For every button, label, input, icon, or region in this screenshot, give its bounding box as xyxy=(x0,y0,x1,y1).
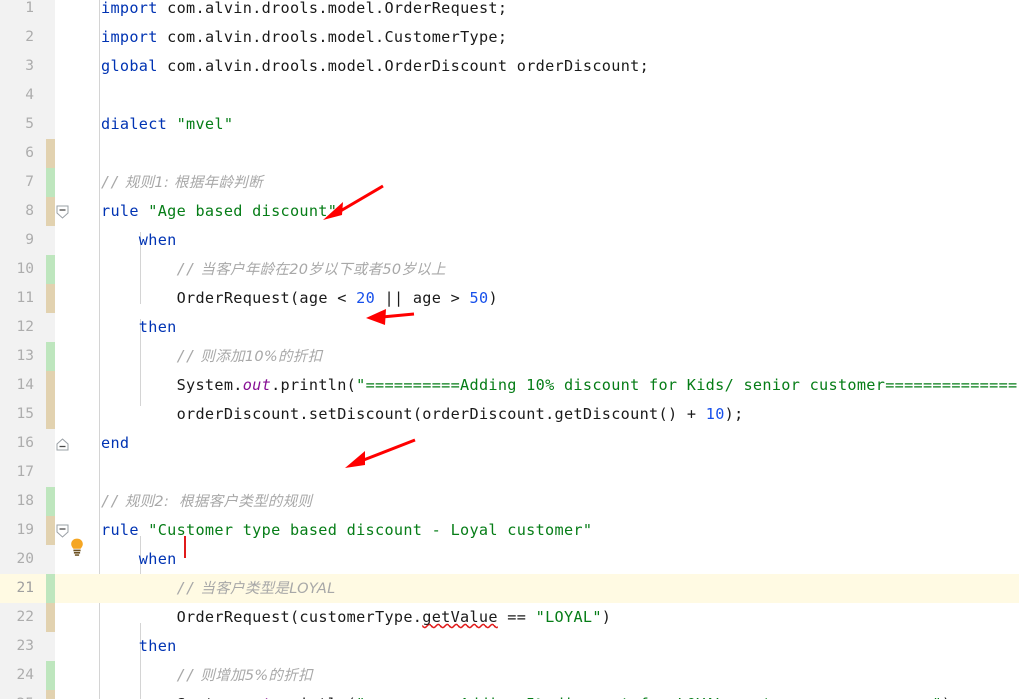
code-text[interactable]: then xyxy=(101,313,177,342)
code-text[interactable]: dialect "mvel" xyxy=(101,110,233,139)
code-text[interactable]: then xyxy=(101,632,177,661)
vcs-change-marker[interactable] xyxy=(46,197,55,226)
code-line[interactable]: 13 // 则添加10%的折扣 xyxy=(0,342,1019,371)
code-line[interactable]: 12 then xyxy=(0,313,1019,342)
line-number: 12 xyxy=(16,319,34,335)
vcs-change-marker[interactable] xyxy=(46,661,55,690)
vcs-change-marker[interactable] xyxy=(46,139,55,168)
code-line[interactable]: 4 xyxy=(0,81,1019,110)
vcs-change-marker[interactable] xyxy=(46,255,55,284)
code-text[interactable]: System.out.println("==========Adding 10%… xyxy=(101,371,1019,400)
line-number: 25 xyxy=(0,690,40,699)
line-number: 11 xyxy=(16,290,34,306)
code-text[interactable]: System.out.println("==========Adding 5% … xyxy=(101,690,961,699)
line-number: 6 xyxy=(25,145,34,161)
code-line[interactable]: 24 // 则增加5%的折扣 xyxy=(0,661,1019,690)
code-text[interactable]: // 规则2: 根据客户类型的规则 xyxy=(101,487,312,516)
code-text[interactable]: end xyxy=(101,429,129,458)
vcs-change-marker[interactable] xyxy=(46,487,55,516)
line-number: 4 xyxy=(25,87,34,103)
code-text[interactable]: when xyxy=(101,226,177,255)
code-text[interactable]: when xyxy=(101,545,177,574)
code-line[interactable]: 19 rule "Customer type based discount - L… xyxy=(0,516,1019,545)
code-text[interactable]: // 则增加5%的折扣 xyxy=(101,661,313,690)
code-text[interactable]: // 当客户类型是LOYAL xyxy=(101,574,336,603)
code-line[interactable]: 9 when xyxy=(0,226,1019,255)
line-number: 23 xyxy=(16,638,34,654)
line-number: 19 xyxy=(16,522,34,538)
code-line[interactable]: 10 // 当客户年龄在20岁以下或者50岁以上 xyxy=(0,255,1019,284)
code-line[interactable]: 21 // 当客户类型是LOYAL xyxy=(0,574,1019,603)
code-text[interactable]: OrderRequest(customerType.getValue == "L… xyxy=(101,603,611,632)
fold-collapse-icon[interactable] xyxy=(56,524,69,538)
vcs-change-marker[interactable] xyxy=(46,371,55,400)
text-caret xyxy=(184,536,186,558)
lightbulb-icon[interactable] xyxy=(68,537,86,557)
line-number: 9 xyxy=(25,232,34,248)
code-text[interactable]: OrderRequest(age < 20 || age > 50) xyxy=(101,284,498,313)
line-number: 5 xyxy=(25,116,34,132)
code-line[interactable]: 2 import com.alvin.drools.model.CustomerT… xyxy=(0,23,1019,52)
line-number: 15 xyxy=(16,406,34,422)
line-number: 24 xyxy=(16,667,34,683)
line-number: 21 xyxy=(16,580,34,596)
code-line[interactable]: 7 // 规则1: 根据年龄判断 xyxy=(0,168,1019,197)
code-text[interactable]: import com.alvin.drools.model.OrderReque… xyxy=(101,0,507,23)
code-line[interactable]: 8 rule "Age based discount" xyxy=(0,197,1019,226)
code-line[interactable]: 18 // 规则2: 根据客户类型的规则 xyxy=(0,487,1019,516)
line-number: 8 xyxy=(25,203,34,219)
code-line[interactable]: 6 xyxy=(0,139,1019,168)
code-text[interactable]: // 当客户年龄在20岁以下或者50岁以上 xyxy=(101,255,446,284)
code-text[interactable]: // 则添加10%的折扣 xyxy=(101,342,322,371)
vcs-change-marker[interactable] xyxy=(46,516,55,545)
line-number: 1 xyxy=(25,0,34,16)
line-number: 7 xyxy=(25,174,34,190)
line-number: 14 xyxy=(16,377,34,393)
line-number: 2 xyxy=(25,29,34,45)
code-line[interactable]: 3 global com.alvin.drools.model.OrderDisc… xyxy=(0,52,1019,81)
code-line[interactable]: 23 then xyxy=(0,632,1019,661)
line-number: 3 xyxy=(25,58,34,74)
code-editor[interactable]: 1 import com.alvin.drools.model.OrderRequ… xyxy=(0,0,1019,699)
line-number: 16 xyxy=(16,435,34,451)
vcs-change-marker[interactable] xyxy=(46,603,55,632)
line-number: 17 xyxy=(16,464,34,480)
code-line[interactable]: 25 System.out.println("==========Adding … xyxy=(0,690,1019,699)
code-text[interactable]: global com.alvin.drools.model.OrderDisco… xyxy=(101,52,649,81)
code-text[interactable]: rule "Customer type based discount - Loy… xyxy=(101,516,592,545)
vcs-change-marker[interactable] xyxy=(46,690,55,699)
line-number: 18 xyxy=(16,493,34,509)
code-line[interactable]: 22 OrderRequest(customerType.getValue ==… xyxy=(0,603,1019,632)
line-number: 22 xyxy=(16,609,34,625)
code-line[interactable]: 5 dialect "mvel" xyxy=(0,110,1019,139)
vcs-change-marker[interactable] xyxy=(46,574,55,603)
code-line[interactable]: 11 OrderRequest(age < 20 || age > 50) xyxy=(0,284,1019,313)
line-number: 20 xyxy=(16,551,34,567)
code-line[interactable]: 14 System.out.println("==========Adding … xyxy=(0,371,1019,400)
code-line[interactable]: 1 import com.alvin.drools.model.OrderRequ… xyxy=(0,0,1019,23)
code-line[interactable]: 20 when xyxy=(0,545,1019,574)
vcs-change-marker[interactable] xyxy=(46,284,55,313)
vcs-change-marker[interactable] xyxy=(46,400,55,429)
code-text[interactable]: rule "Age based discount" xyxy=(101,197,337,226)
vcs-change-marker[interactable] xyxy=(46,342,55,371)
code-text[interactable]: import com.alvin.drools.model.CustomerTy… xyxy=(101,23,507,52)
fold-collapse-end-icon[interactable] xyxy=(56,437,69,451)
line-number: 10 xyxy=(16,261,34,277)
code-line[interactable]: 17 xyxy=(0,458,1019,487)
code-text[interactable]: orderDiscount.setDiscount(orderDiscount.… xyxy=(101,400,744,429)
code-text[interactable]: // 规则1: 根据年龄判断 xyxy=(101,168,263,197)
line-number: 13 xyxy=(16,348,34,364)
fold-collapse-icon[interactable] xyxy=(56,205,69,219)
code-line[interactable]: 15 orderDiscount.setDiscount(orderDiscou… xyxy=(0,400,1019,429)
code-line[interactable]: 16 end xyxy=(0,429,1019,458)
vcs-change-marker[interactable] xyxy=(46,168,55,197)
